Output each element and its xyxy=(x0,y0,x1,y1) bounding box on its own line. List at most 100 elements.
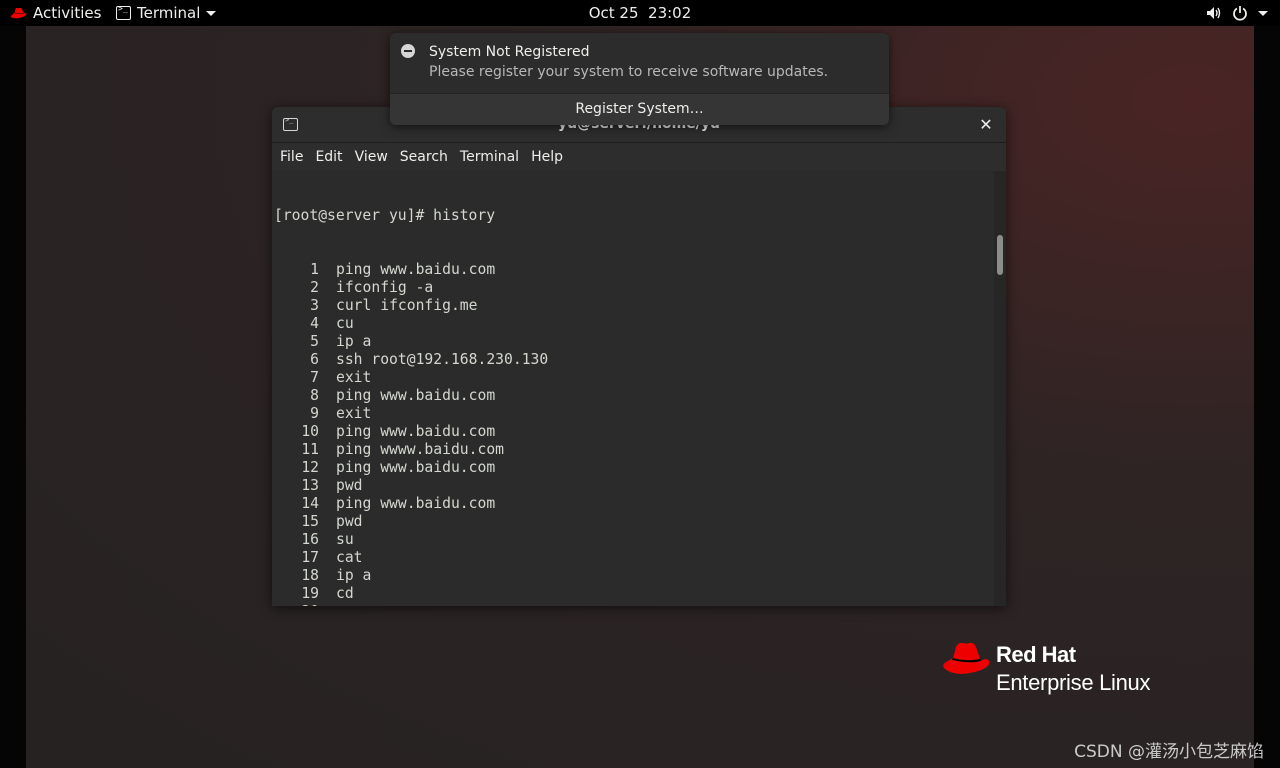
redhat-icon xyxy=(10,7,27,19)
top-bar: Activities Terminal Oct 25 23:02 xyxy=(0,0,1280,26)
app-menu-label: Terminal xyxy=(137,4,201,22)
caret-down-icon xyxy=(206,10,217,16)
history-row: 10 ping www.baidu.com xyxy=(274,423,994,441)
history-command: pwd xyxy=(336,513,363,530)
history-row: 2 ifconfig -a xyxy=(274,279,994,297)
history-number: 16 xyxy=(301,531,319,548)
history-row: 4 cu xyxy=(274,315,994,333)
brand-name: Red Hat xyxy=(996,642,1076,667)
history-row: 15 pwd xyxy=(274,513,994,531)
redhat-hat-icon xyxy=(943,642,990,674)
history-number: 19 xyxy=(301,585,319,602)
register-system-button[interactable]: Register System… xyxy=(390,93,889,125)
history-row: 8 ping www.baidu.com xyxy=(274,387,994,405)
notification-title: System Not Registered xyxy=(429,44,590,60)
terminal-output[interactable]: [root@server yu]# history 1 ping www.baid… xyxy=(272,171,1006,606)
terminal-window[interactable]: yu@server:/home/yu ✕ File Edit View Sear… xyxy=(272,107,1006,606)
history-row: 11 ping wwww.baidu.com xyxy=(274,441,994,459)
system-tray[interactable] xyxy=(1206,0,1268,26)
notification-banner[interactable]: System Not Registered Please register yo… xyxy=(390,33,889,125)
scrollbar[interactable] xyxy=(994,171,1006,606)
history-number: 2 xyxy=(310,279,319,296)
history-command: ping www.baidu.com xyxy=(336,459,496,476)
history-number: 6 xyxy=(310,351,319,368)
terminal-menubar: File Edit View Search Terminal Help xyxy=(272,143,1006,171)
history-row: 18 ip a xyxy=(274,567,994,585)
terminal-icon xyxy=(116,4,131,20)
history-number: 3 xyxy=(310,297,319,314)
history-number: 10 xyxy=(301,423,319,440)
history-number: 1 xyxy=(310,261,319,278)
menu-help[interactable]: Help xyxy=(525,143,569,171)
menu-file[interactable]: File xyxy=(274,143,309,171)
menu-edit[interactable]: Edit xyxy=(309,143,348,171)
redhat-logo: Red Hat Enterprise Linux xyxy=(942,638,1182,700)
scrollbar-thumb[interactable] xyxy=(997,235,1003,275)
history-number: 14 xyxy=(301,495,319,512)
history-command: ping www.baidu.com xyxy=(336,423,496,440)
chevron-down-icon[interactable] xyxy=(1258,10,1268,16)
history-row: 13 pwd xyxy=(274,477,994,495)
history-number: 20 xyxy=(274,603,319,606)
history-command: curl ifconfig.me xyxy=(336,297,478,314)
close-button[interactable]: ✕ xyxy=(976,115,996,135)
history-number: 7 xyxy=(310,369,319,386)
history-row: 1 ping www.baidu.com xyxy=(274,261,994,279)
history-number: 13 xyxy=(301,477,319,494)
screen-border-right xyxy=(1254,26,1280,768)
history-command: pwd xyxy=(336,477,363,494)
terminal-text: [root@server yu]# history 1 ping www.baid… xyxy=(274,171,994,606)
history-command: ping www.baidu.com xyxy=(336,387,496,404)
history-command: ping wwww.baidu.com xyxy=(336,441,505,458)
brand-product: Enterprise Linux xyxy=(996,670,1151,695)
history-command: exit xyxy=(336,369,372,386)
menu-search[interactable]: Search xyxy=(394,143,454,171)
history-number: 17 xyxy=(301,549,319,566)
menu-view[interactable]: View xyxy=(349,143,394,171)
screen-border-left xyxy=(0,26,26,768)
history-command: ping www.baidu.com xyxy=(336,495,496,512)
history-row: 17 cat xyxy=(274,549,994,567)
prompt-line: [root@server yu]# history xyxy=(274,207,496,224)
history-row: 3 curl ifconfig.me xyxy=(274,297,994,315)
history-command: ssh root@192.168.230.130 xyxy=(336,351,549,368)
app-menu-terminal[interactable]: Terminal xyxy=(116,0,217,26)
history-command: ip a xyxy=(336,567,372,584)
history-list: 1 ping www.baidu.com 2 ifconfig -a 3 curl ifc… xyxy=(274,261,994,606)
notification-body: Please register your system to receive s… xyxy=(429,64,829,80)
history-command: exit xyxy=(336,405,372,422)
history-row: 19 cd xyxy=(274,585,994,603)
history-number: 4 xyxy=(310,315,319,332)
history-number: 8 xyxy=(310,387,319,404)
history-command: su - yu xyxy=(336,603,398,606)
volume-icon[interactable] xyxy=(1206,6,1222,20)
history-row: 20 su - yu xyxy=(274,603,994,606)
history-number: 15 xyxy=(301,513,319,530)
history-command: ping www.baidu.com xyxy=(336,261,496,278)
history-command: ifconfig -a xyxy=(336,279,434,296)
history-command: cu xyxy=(336,315,354,332)
history-row: 16 su xyxy=(274,531,994,549)
history-number: 11 xyxy=(301,441,319,458)
history-row: 7 exit xyxy=(274,369,994,387)
menu-terminal[interactable]: Terminal xyxy=(454,143,525,171)
history-number: 12 xyxy=(301,459,319,476)
history-number: 18 xyxy=(301,567,319,584)
history-number: 9 xyxy=(310,405,319,422)
history-row: 5 ip a xyxy=(274,333,994,351)
blocked-icon xyxy=(401,44,415,58)
history-row: 12 ping www.baidu.com xyxy=(274,459,994,477)
power-icon[interactable] xyxy=(1232,5,1248,21)
activities-label: Activities xyxy=(33,4,102,22)
history-number: 5 xyxy=(310,333,319,350)
history-command: su xyxy=(336,531,354,548)
history-command: ip a xyxy=(336,333,372,350)
history-row: 9 exit xyxy=(274,405,994,423)
watermark: CSDN @灌汤小包芝麻馅 xyxy=(1074,742,1264,762)
history-command: cd xyxy=(336,585,354,602)
history-command: cat xyxy=(336,549,363,566)
history-row: 14 ping www.baidu.com xyxy=(274,495,994,513)
activities-button[interactable]: Activities xyxy=(10,0,101,26)
clock[interactable]: Oct 25 23:02 xyxy=(589,4,692,22)
history-row: 6 ssh root@192.168.230.130 xyxy=(274,351,994,369)
